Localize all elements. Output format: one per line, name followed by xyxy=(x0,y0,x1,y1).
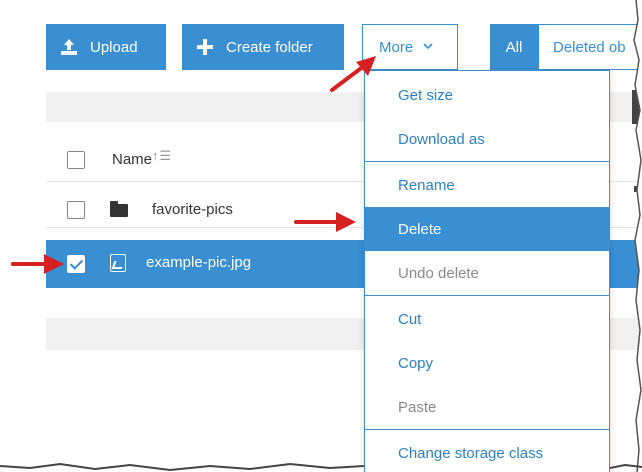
menu-item-delete[interactable]: Delete xyxy=(365,207,609,251)
sort-ascending-icon[interactable]: ↑☰ xyxy=(152,148,172,164)
menu-divider xyxy=(365,295,609,296)
row-checkbox-checked[interactable] xyxy=(67,255,85,273)
folder-icon xyxy=(110,201,128,217)
image-file-icon xyxy=(110,254,126,272)
annotation-arrow-icon xyxy=(330,56,376,92)
plus-icon xyxy=(196,38,214,56)
filter-deleted-objects-button[interactable]: Deleted ob xyxy=(538,24,642,70)
filter-all-label: All xyxy=(505,38,523,56)
menu-item-paste[interactable]: Paste xyxy=(365,385,609,429)
column-header-name[interactable]: Name xyxy=(112,151,152,168)
annotation-arrow-icon xyxy=(11,254,64,274)
menu-item-copy[interactable]: Copy xyxy=(365,341,609,385)
upload-icon xyxy=(60,38,78,56)
file-browser: Upload Create folder More All Deleted ob… xyxy=(0,0,642,472)
more-dropdown-menu: Get size Download as Rename Delete Undo … xyxy=(364,70,610,472)
menu-item-download-as[interactable]: Download as xyxy=(365,117,609,161)
file-name[interactable]: example-pic.jpg xyxy=(146,254,251,271)
torn-edge-bottom xyxy=(0,462,642,472)
menu-item-label: Delete xyxy=(398,220,442,238)
menu-item-label: Copy xyxy=(398,354,434,372)
menu-divider xyxy=(365,161,609,162)
menu-item-cut[interactable]: Cut xyxy=(365,297,609,341)
file-name[interactable]: favorite-pics xyxy=(152,201,233,218)
create-folder-button[interactable]: Create folder xyxy=(182,24,344,70)
upload-button[interactable]: Upload xyxy=(46,24,166,70)
menu-item-label: Rename xyxy=(398,176,455,194)
create-folder-label: Create folder xyxy=(226,38,313,56)
torn-edge-right xyxy=(633,0,642,472)
menu-item-label: Paste xyxy=(398,398,437,416)
menu-item-label: Download as xyxy=(398,130,485,148)
select-all-checkbox[interactable] xyxy=(67,151,85,169)
menu-item-rename[interactable]: Rename xyxy=(365,163,609,207)
annotation-arrow-icon xyxy=(294,212,356,232)
chevron-down-icon xyxy=(423,41,433,53)
menu-item-label: Cut xyxy=(398,310,422,328)
menu-divider xyxy=(365,429,609,430)
upload-label: Upload xyxy=(90,38,138,56)
menu-item-undo-delete[interactable]: Undo delete xyxy=(365,251,609,295)
menu-item-get-size[interactable]: Get size xyxy=(365,73,609,117)
menu-item-label: Get size xyxy=(398,86,454,104)
filter-deleted-label: Deleted ob xyxy=(553,38,626,56)
more-label: More xyxy=(379,38,414,56)
row-checkbox[interactable] xyxy=(67,201,85,219)
menu-item-label: Undo delete xyxy=(398,264,479,282)
filter-all-button[interactable]: All xyxy=(490,24,538,70)
